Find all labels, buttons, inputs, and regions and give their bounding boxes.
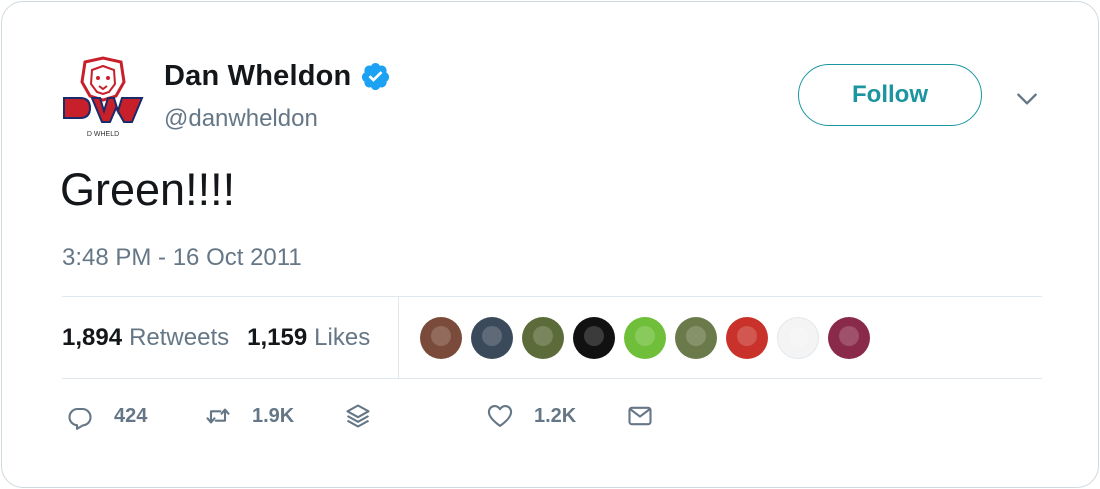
likes-count: 1,159 [247, 324, 308, 351]
reply-button[interactable]: 424 [66, 402, 147, 430]
liker-avatar[interactable] [726, 317, 768, 359]
liker-avatar[interactable] [828, 317, 870, 359]
envelope-icon [628, 406, 652, 426]
direct-message-button[interactable] [626, 402, 654, 430]
liker-avatar[interactable] [777, 317, 819, 359]
retweet-count: 1.9K [252, 404, 295, 427]
liker-avatar[interactable] [471, 317, 513, 359]
tweet-timestamp[interactable]: 3:48 PM - 16 Oct 2011 [62, 244, 302, 272]
tweet-card: D WHELD Dan Wheldon @danwheldon Follow G… [1, 1, 1099, 488]
divider [62, 296, 1042, 297]
likers-avatars [420, 317, 879, 359]
retweet-icon [206, 408, 230, 424]
author-name[interactable]: Dan Wheldon [164, 60, 351, 93]
retweets-count: 1,894 [62, 324, 123, 351]
chevron-down-icon[interactable] [1014, 86, 1040, 112]
liker-avatar[interactable] [624, 317, 666, 359]
likes-label: Likes [314, 324, 371, 351]
reply-icon [68, 407, 92, 430]
follow-button[interactable]: Follow [798, 64, 982, 126]
liker-avatar[interactable] [522, 317, 564, 359]
tweet-text: Green!!!! [60, 164, 236, 215]
likes-stat[interactable]: 1,159 Likes [247, 324, 370, 352]
verified-badge-icon [362, 62, 390, 91]
author-avatar[interactable]: D WHELD [60, 56, 146, 142]
retweet-button[interactable]: 1.9K [204, 402, 294, 430]
retweets-label: Retweets [129, 324, 230, 351]
moment-button[interactable] [344, 402, 372, 430]
like-count: 1.2K [534, 404, 577, 427]
divider [62, 378, 1042, 379]
avatar-subtext: D WHELD [87, 131, 119, 138]
liker-avatar[interactable] [675, 317, 717, 359]
heart-icon [487, 405, 513, 427]
layers-icon [346, 404, 370, 428]
like-button[interactable]: 1.2K [486, 402, 576, 430]
retweets-stat[interactable]: 1,894 Retweets [62, 324, 229, 352]
liker-avatar[interactable] [573, 317, 615, 359]
liker-avatar[interactable] [420, 317, 462, 359]
author-handle[interactable]: @danwheldon [164, 105, 318, 133]
tweet-stats: 1,894 Retweets 1,159 Likes [62, 324, 388, 352]
reply-count: 424 [114, 404, 148, 427]
stats-vertical-divider [398, 297, 399, 378]
